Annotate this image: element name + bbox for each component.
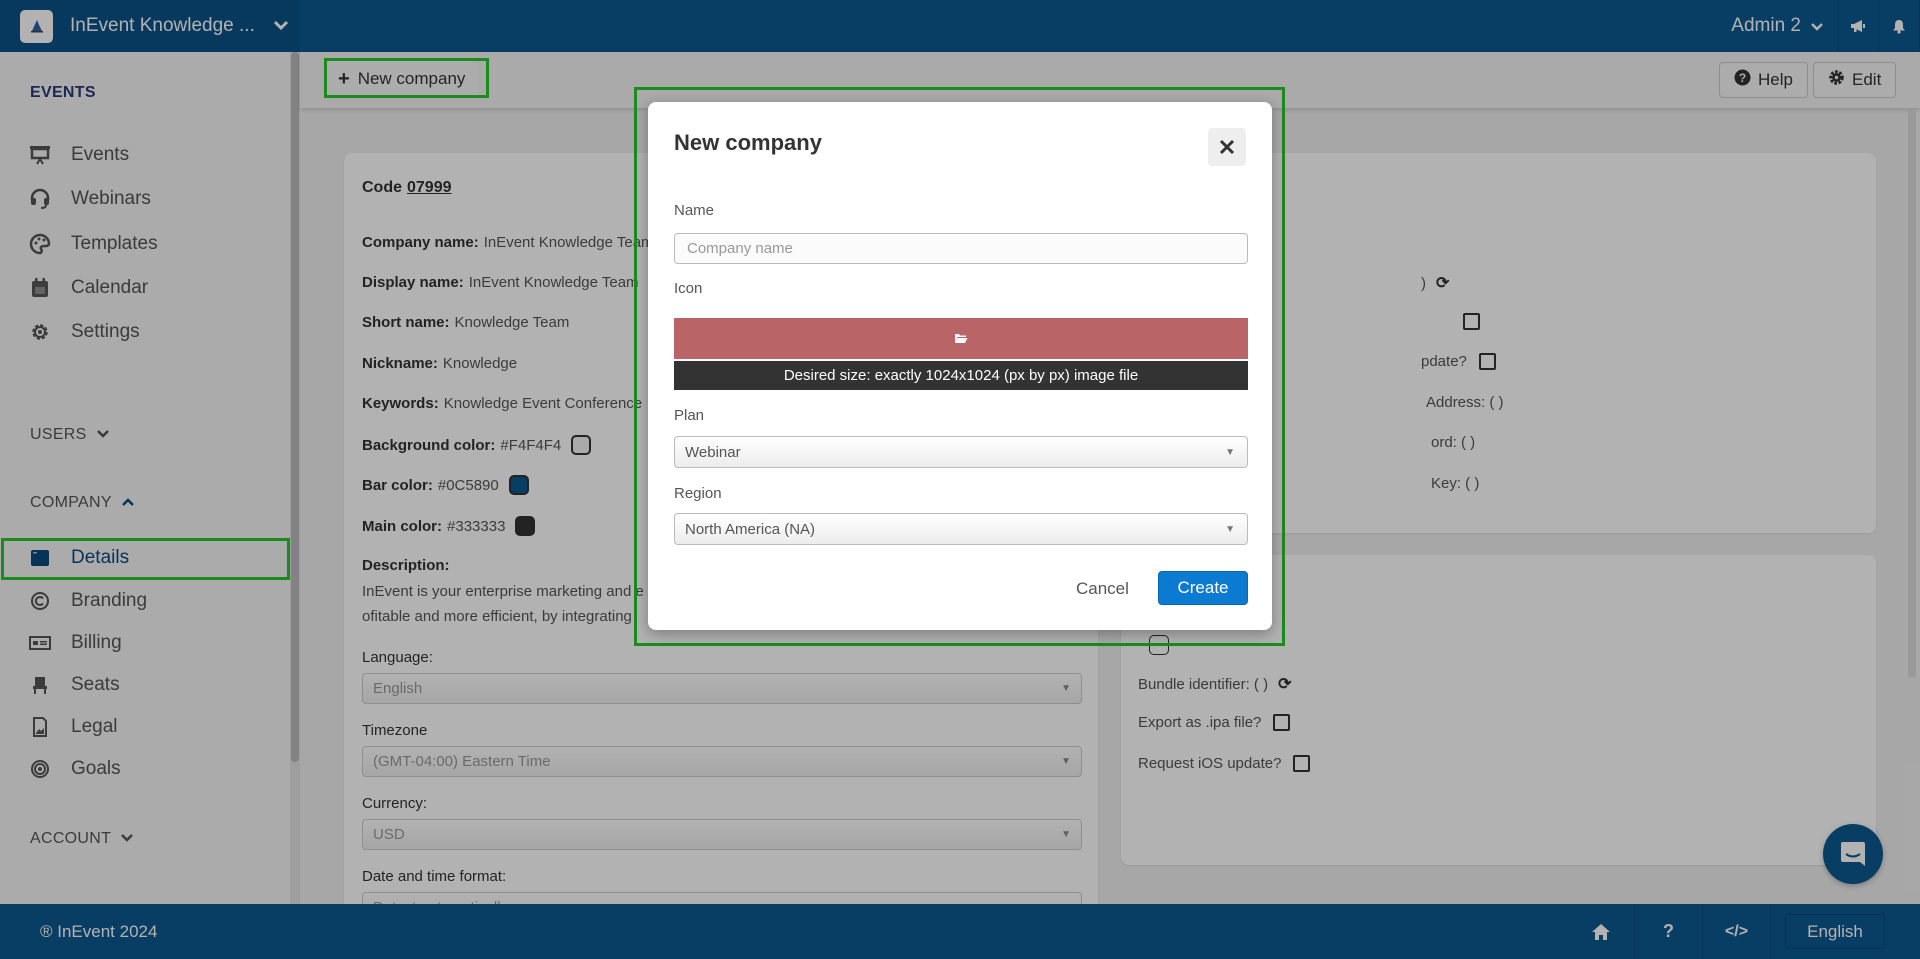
plan-select[interactable]: Webinar ▼ bbox=[674, 436, 1248, 468]
select-value: North America (NA) bbox=[685, 520, 816, 538]
select-value: Webinar bbox=[685, 443, 741, 461]
create-button[interactable]: Create bbox=[1158, 571, 1248, 605]
close-icon bbox=[1219, 139, 1235, 155]
plan-label: Plan bbox=[674, 407, 705, 424]
upload-hint: Desired size: exactly 1024x1024 (px by p… bbox=[674, 361, 1248, 390]
icon-upload-button[interactable] bbox=[674, 318, 1248, 359]
caret-down-icon: ▼ bbox=[1225, 523, 1235, 535]
close-button[interactable] bbox=[1208, 128, 1246, 166]
new-company-modal: New company Name Icon Desired size: exac… bbox=[648, 102, 1272, 630]
icon-label: Icon bbox=[674, 280, 703, 297]
caret-down-icon: ▼ bbox=[1225, 446, 1235, 458]
name-label: Name bbox=[674, 202, 715, 219]
folder-open-icon bbox=[955, 334, 968, 343]
region-label: Region bbox=[674, 485, 722, 502]
company-name-input[interactable] bbox=[674, 233, 1248, 264]
cancel-button[interactable]: Cancel bbox=[1068, 572, 1137, 606]
region-select[interactable]: North America (NA) ▼ bbox=[674, 513, 1248, 545]
page-scrollbar[interactable] bbox=[1908, 108, 1916, 678]
modal-title: New company bbox=[674, 130, 822, 155]
